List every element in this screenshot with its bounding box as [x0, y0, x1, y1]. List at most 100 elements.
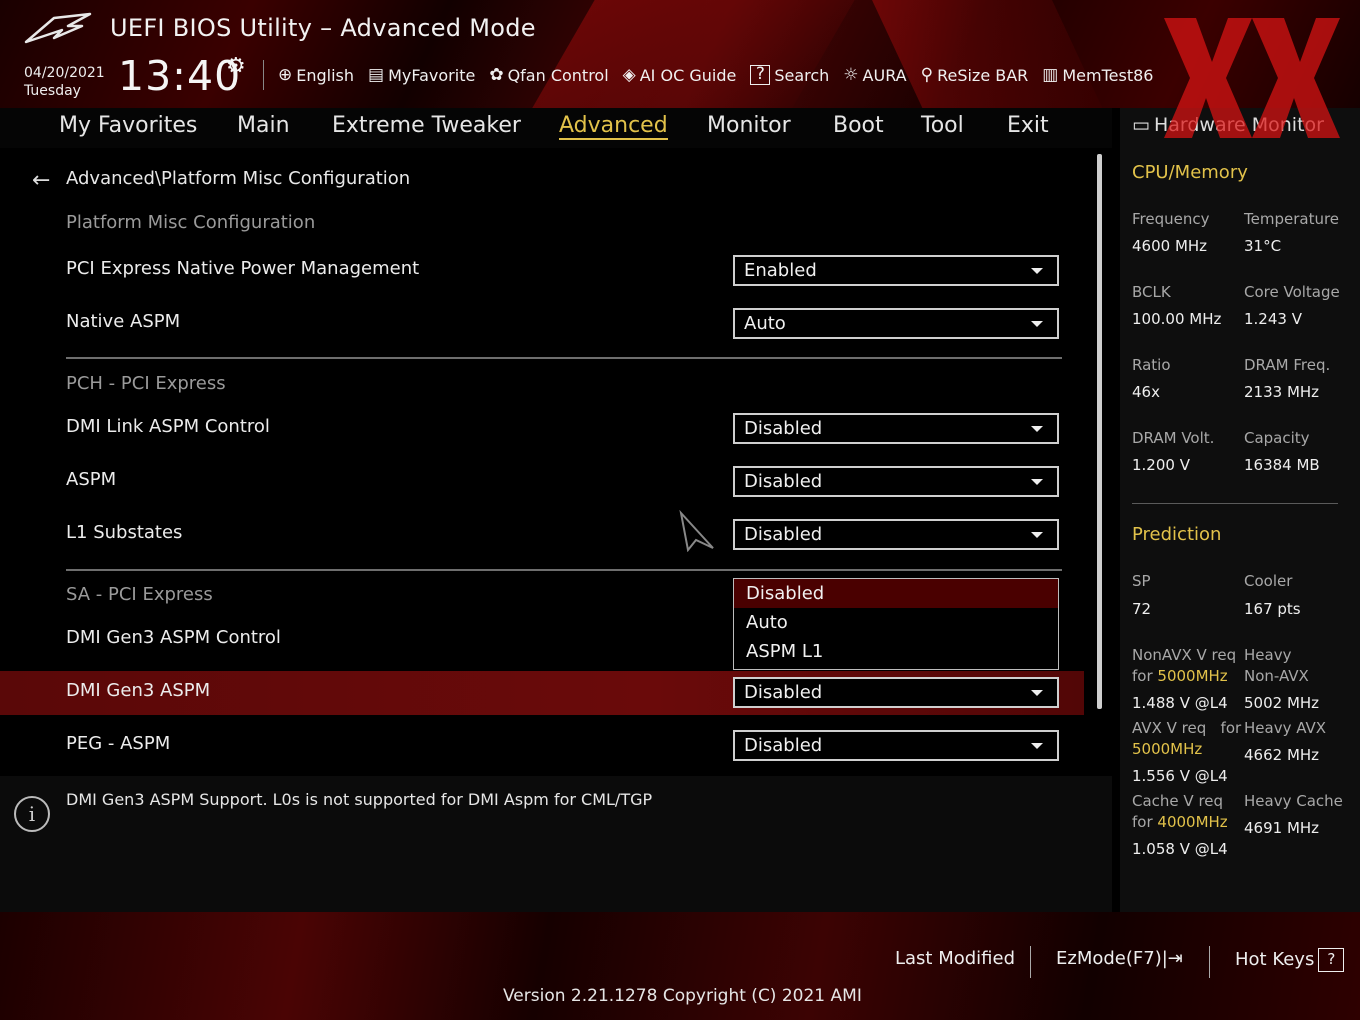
dmi-link-aspm-value: Disabled	[744, 418, 823, 439]
pcie-native-power-value: Enabled	[744, 260, 817, 281]
hw-temperature-value: 31°C	[1244, 237, 1282, 255]
settings-scrollbar[interactable]	[1097, 154, 1102, 709]
app-title: UEFI BIOS Utility – Advanced Mode	[110, 14, 536, 42]
dmi-link-aspm-select[interactable]: Disabled	[733, 413, 1059, 444]
hw-non-avx-label: Non-AVX	[1244, 667, 1309, 685]
language-button[interactable]: ⊕ English	[278, 65, 354, 85]
hw-cache-req: Cache V req for 4000MHz	[1132, 791, 1228, 833]
chevron-down-icon	[1031, 743, 1043, 749]
myfavorite-button[interactable]: ▤ MyFavorite	[368, 65, 475, 85]
setting-dmi-link-aspm-label[interactable]: DMI Link ASPM Control	[66, 416, 270, 437]
version-text: Version 2.21.1278 Copyright (C) 2021 AMI	[503, 986, 862, 1006]
date-value: 04/20/2021	[24, 65, 105, 81]
hw-heavy-cache-label: Heavy Cache	[1244, 792, 1343, 810]
resize-bar-icon: ⚲	[920, 65, 934, 85]
hw-nonavx-req-label: NonAVX V req	[1132, 646, 1237, 664]
back-arrow-icon[interactable]: ←	[32, 168, 50, 193]
hw-dram-freq-value: 2133 MHz	[1244, 383, 1320, 401]
search-help-icon: ?	[750, 65, 771, 85]
aura-button[interactable]: ☼ AURA	[843, 65, 906, 85]
setting-pcie-native-power-label[interactable]: PCI Express Native Power Management	[66, 258, 419, 279]
chevron-down-icon	[1031, 479, 1043, 485]
resize-bar-button[interactable]: ⚲ ReSize BAR	[921, 65, 1029, 85]
footer-bar: Last Modified EzMode(F7)|⇥ Hot Keys? Ver…	[0, 912, 1360, 1020]
date-display: 04/20/2021 Tuesday	[24, 64, 105, 100]
l1-substates-select[interactable]: Disabled	[733, 519, 1059, 550]
l1-substates-value: Disabled	[744, 524, 823, 545]
peg-aspm-select[interactable]: Disabled	[733, 730, 1059, 761]
hw-heavy-avx-value: 4662 MHz	[1244, 746, 1320, 764]
hw-avx-voltage: 1.556 V @L4	[1132, 767, 1228, 785]
ai-oc-guide-button[interactable]: ◈ AI OC Guide	[623, 65, 737, 85]
hw-temperature-label: Temperature	[1244, 210, 1340, 228]
hot-keys-button[interactable]: Hot Keys?	[1235, 948, 1345, 972]
hw-ratio-label: Ratio	[1132, 356, 1171, 374]
help-key-icon: ?	[1318, 948, 1345, 972]
exit-arrow-icon: ⇥	[1167, 948, 1183, 969]
aspm-select[interactable]: Disabled	[733, 466, 1059, 497]
setting-peg-aspm-label[interactable]: PEG - ASPM	[66, 733, 170, 754]
hw-cache-for-line: for 4000MHz	[1132, 812, 1228, 833]
memtest-button[interactable]: ▥ MemTest86	[1042, 65, 1153, 85]
hw-sp-value: 72	[1132, 600, 1152, 618]
chevron-down-icon	[1031, 690, 1043, 696]
main-tabs: My Favorites Main Extreme Tweaker Advanc…	[0, 108, 1112, 148]
tab-tool[interactable]: Tool	[921, 113, 964, 138]
hw-divider	[1132, 503, 1338, 504]
dropdown-option-aspm-l1[interactable]: ASPM L1	[734, 637, 1058, 666]
tab-advanced[interactable]: Advanced	[559, 113, 668, 140]
ai-oc-icon: ◈	[622, 65, 636, 85]
resize-bar-label: ReSize BAR	[937, 65, 1029, 85]
native-aspm-select[interactable]: Auto	[733, 308, 1059, 339]
pcie-native-power-select[interactable]: Enabled	[733, 255, 1059, 286]
dropdown-option-disabled[interactable]: Disabled	[734, 579, 1058, 608]
section-divider	[66, 569, 1062, 571]
tab-my-favorites[interactable]: My Favorites	[59, 113, 197, 138]
hw-capacity-value: 16384 MB	[1244, 456, 1320, 474]
dropdown-option-auto[interactable]: Auto	[734, 608, 1058, 637]
setting-aspm-label[interactable]: ASPM	[66, 469, 116, 490]
tab-extreme-tweaker[interactable]: Extreme Tweaker	[332, 113, 521, 138]
chevron-down-icon	[1031, 321, 1043, 327]
hw-sp-label: SP	[1132, 572, 1151, 590]
qfan-control-button[interactable]: ✿ Qfan Control	[489, 65, 608, 85]
hw-nonavx-voltage: 1.488 V @L4	[1132, 694, 1228, 712]
hw-nonavx-for: for	[1132, 667, 1153, 685]
clock-time: 13:40	[118, 52, 242, 100]
footer-separator	[1030, 946, 1031, 978]
hw-frequency-label: Frequency	[1132, 210, 1210, 228]
section-sa-pci-express: SA - PCI Express	[66, 584, 213, 605]
tab-main[interactable]: Main	[237, 113, 290, 138]
hw-avx-req-label: AVX V req	[1132, 719, 1207, 737]
ezmode-label: EzMode(F7)|	[1056, 948, 1168, 969]
setting-l1-substates-label[interactable]: L1 Substates	[66, 522, 182, 543]
tab-exit[interactable]: Exit	[1007, 113, 1049, 138]
search-button[interactable]: ? Search	[750, 65, 829, 85]
setting-dmi-gen3-aspm-label[interactable]: DMI Gen3 ASPM	[66, 680, 210, 701]
section-divider	[66, 357, 1062, 359]
dmi-gen3-aspm-select[interactable]: Disabled	[733, 677, 1059, 708]
dmi-gen3-aspm-value: Disabled	[744, 682, 823, 703]
hw-core-voltage-value: 1.243 V	[1244, 310, 1302, 328]
hw-cooler-label: Cooler	[1244, 572, 1293, 590]
settings-panel: ← Advanced\Platform Misc Configuration P…	[0, 148, 1112, 766]
hw-cooler-value: 167 pts	[1244, 600, 1301, 618]
fan-icon: ✿	[489, 65, 504, 85]
last-modified-button[interactable]: Last Modified	[895, 948, 1015, 969]
ezmode-button[interactable]: EzMode(F7)|⇥	[1056, 948, 1183, 969]
hw-capacity-label: Capacity	[1244, 429, 1310, 447]
hw-heavy-label: Heavy	[1244, 646, 1292, 664]
peg-aspm-value: Disabled	[744, 735, 823, 756]
search-label: Search	[774, 65, 830, 85]
tab-monitor[interactable]: Monitor	[707, 113, 791, 138]
globe-icon: ⊕	[278, 65, 293, 85]
hw-bclk-value: 100.00 MHz	[1132, 310, 1222, 328]
hw-core-voltage-label: Core Voltage	[1244, 283, 1340, 301]
hardware-monitor-panel: ▭ Hardware Monitor CPU/Memory Frequency 4…	[1120, 108, 1360, 912]
setting-dmi-gen3-aspm-control-label[interactable]: DMI Gen3 ASPM Control	[66, 627, 281, 648]
hw-avx-req: AVX V req for 5000MHz	[1132, 718, 1241, 760]
section-platform-misc: Platform Misc Configuration	[66, 212, 316, 233]
setting-native-aspm-label[interactable]: Native ASPM	[66, 311, 180, 332]
clock-settings-gear-icon[interactable]: ⚙	[226, 54, 246, 79]
tab-boot[interactable]: Boot	[833, 113, 884, 138]
